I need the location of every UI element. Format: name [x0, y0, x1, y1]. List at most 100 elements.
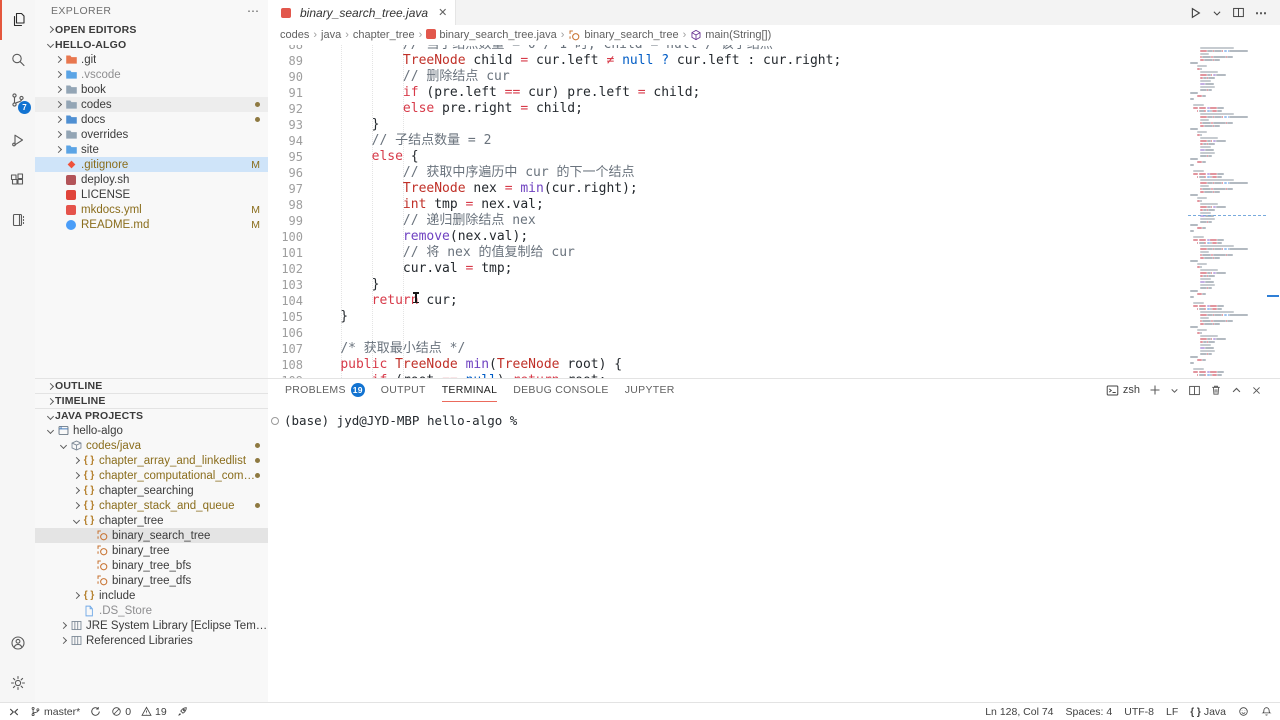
code-line[interactable]: 102 cur.val = tmp; [268, 261, 1188, 277]
breadcrumb-item[interactable]: binary_search_tree.java [426, 29, 556, 42]
status-notifications[interactable] [1261, 706, 1272, 717]
code-line[interactable]: 106 [268, 325, 1188, 341]
status-warnings[interactable]: 19 [141, 706, 167, 718]
activitybar-item-notebook[interactable] [0, 200, 35, 240]
status-eol[interactable]: LF [1166, 706, 1178, 718]
explorer-item-deploy.sh[interactable]: deploy.sh [35, 172, 268, 187]
code-line[interactable]: 91 if (pre.left == cur) pre.left = child… [268, 85, 1188, 101]
java-item-chapter_searching[interactable]: { }chapter_searching [35, 483, 268, 498]
code-line[interactable]: 94 // 子结点数量 = 2 [268, 133, 1188, 149]
explorer-item-codes[interactable]: codes [35, 97, 268, 112]
panel-tab-output[interactable]: OUTPUT [381, 379, 426, 401]
code-line[interactable]: 90 // 删除结点 cur [268, 69, 1188, 85]
java-projects-header[interactable]: JAVA PROJECTS [35, 408, 268, 423]
java-item-binary_tree_dfs[interactable]: binary_tree_dfs [35, 573, 268, 588]
tab-close-icon[interactable]: ✕ [438, 6, 447, 19]
code-line[interactable]: 98 int tmp = nex.val; [268, 197, 1188, 213]
close-icon[interactable] [1251, 385, 1262, 396]
add-icon[interactable] [1149, 384, 1161, 396]
java-item-binary_search_tree[interactable]: binary_search_tree [35, 528, 268, 543]
explorer-item-README.md[interactable]: README.mdM [35, 217, 268, 232]
code-line[interactable]: 96 // 获取中序遍历中 cur 的下一个结点 [268, 165, 1188, 181]
status-language-mode[interactable]: { }Java [1190, 706, 1226, 718]
root-folder-header[interactable]: HELLO-ALGO [35, 37, 268, 52]
explorer-item-.vscode[interactable]: .vscode [35, 67, 268, 82]
explorer-item-.git[interactable]: .git [35, 52, 268, 67]
code-line[interactable]: 88 // 当子结点数量 = 0 / 1 时, child = null / 该… [268, 45, 1188, 53]
java-item-chapter_tree[interactable]: { }chapter_tree [35, 513, 268, 528]
panel-tab-problems[interactable]: PROBLEMS19 [285, 379, 365, 401]
run-dropdown-icon[interactable] [1212, 8, 1222, 18]
status-cursor-position[interactable]: Ln 128, Col 74 [985, 706, 1053, 718]
outline-header[interactable]: OUTLINE [35, 378, 268, 393]
breadcrumb-item[interactable]: java [321, 29, 341, 41]
status-sync[interactable] [90, 706, 101, 717]
explorer-item-site[interactable]: site [35, 142, 268, 157]
java-item-chapter_computational_complexity[interactable]: { }chapter_computational_complexity [35, 468, 268, 483]
breadcrumb-item[interactable]: codes [280, 29, 309, 41]
terminal[interactable]: (base) jyd@JYD-MBP hello-algo % [268, 401, 1280, 428]
activitybar-item-account[interactable] [0, 623, 35, 663]
code-line[interactable]: 93 } [268, 117, 1188, 133]
code-line[interactable]: 92 else pre.right = child; [268, 101, 1188, 117]
split-editor-icon[interactable] [1232, 6, 1245, 19]
tab-binary-search-tree[interactable]: binary_search_tree.java ✕ [268, 0, 456, 25]
code-line[interactable]: 89 TreeNode child = cur.left ≠ null ? cu… [268, 53, 1188, 69]
panel-tab-jupyter[interactable]: JUPYTER [625, 379, 675, 401]
breadcrumb-item[interactable]: binary_search_tree [568, 29, 678, 42]
code-line[interactable]: 101 // 将 nex 的值复制给 cur [268, 245, 1188, 261]
explorer-item-overrides[interactable]: overrides [35, 127, 268, 142]
dropdown-icon[interactable] [1170, 386, 1179, 395]
code-line[interactable]: 103 } [268, 277, 1188, 293]
code-line[interactable]: 107 /* 获取最小结点 */ [268, 341, 1188, 357]
java-item-.DS_Store[interactable]: .DS_Store [35, 603, 268, 618]
code-line[interactable]: 95 else { [268, 149, 1188, 165]
code-line[interactable]: 97 TreeNode nex = min(cur.right); [268, 181, 1188, 197]
status-java-lightweight-mode[interactable] [177, 706, 188, 717]
status-encoding[interactable]: UTF-8 [1124, 706, 1154, 718]
java-item-ReferencedLibraries[interactable]: Referenced Libraries [35, 633, 268, 648]
maximize-icon[interactable] [1231, 385, 1242, 396]
activitybar-item-settings[interactable] [0, 663, 35, 703]
breadcrumb-item[interactable]: chapter_tree [353, 29, 415, 41]
overview-ruler[interactable] [1266, 45, 1280, 378]
java-item-binary_tree_bfs[interactable]: binary_tree_bfs [35, 558, 268, 573]
panel-tab-debug-console[interactable]: DEBUG CONSOLE [513, 379, 609, 401]
explorer-item-.gitignore[interactable]: .gitignoreM [35, 157, 268, 172]
explorer-item-docs[interactable]: docs [35, 112, 268, 127]
timeline-header[interactable]: TIMELINE [35, 393, 268, 408]
explorer-item-mkdocs.yml[interactable]: mkdocs.ymlM [35, 202, 268, 217]
activitybar-item-run-debug[interactable] [0, 120, 35, 160]
java-item-include[interactable]: { }include [35, 588, 268, 603]
java-item-binary_tree[interactable]: binary_tree [35, 543, 268, 558]
java-item-chapter_array_and_linkedlist[interactable]: { }chapter_array_and_linkedlist [35, 453, 268, 468]
code-line[interactable]: 105 } [268, 309, 1188, 325]
status-feedback[interactable] [1238, 706, 1249, 717]
panel-tab-terminal[interactable]: TERMINAL [442, 379, 498, 402]
breadcrumb-item[interactable]: main(String[]) [690, 29, 771, 41]
editor-more-actions-icon[interactable]: ⋯ [1255, 6, 1268, 20]
code-line[interactable]: 99 // 递归删除结点 nex [268, 213, 1188, 229]
run-button[interactable] [1188, 6, 1202, 20]
code-editor[interactable]: 88 // 当子结点数量 = 0 / 1 时, child = null / 该… [268, 45, 1280, 378]
java-item-JRESystemLibraryEclipseTemurin1717...[interactable]: JRE System Library [Eclipse Temurin 17 [… [35, 618, 268, 633]
status-indentation[interactable]: Spaces: 4 [1066, 706, 1113, 718]
more-actions-icon[interactable]: ⋯ [247, 4, 260, 18]
status-git-branch[interactable]: master* [30, 706, 80, 718]
trash-icon[interactable] [1210, 384, 1222, 396]
explorer-item-LICENSE[interactable]: LICENSE [35, 187, 268, 202]
explorer-item-book[interactable]: book [35, 82, 268, 97]
code-line[interactable]: 104 return cur; [268, 293, 1188, 309]
code-line[interactable]: 100 remove(nex.val); [268, 229, 1188, 245]
code-line[interactable]: 108 public TreeNode min(TreeNode root) { [268, 357, 1188, 373]
activitybar-item-source-control[interactable]: 7 [0, 80, 35, 120]
activitybar-item-explorer[interactable] [0, 0, 35, 40]
shell-selector[interactable]: zsh [1106, 384, 1140, 397]
activitybar-item-extensions[interactable] [0, 160, 35, 200]
java-item-hello-algo[interactable]: hello-algo [35, 423, 268, 438]
java-item-chapter_stack_and_queue[interactable]: { }chapter_stack_and_queue [35, 498, 268, 513]
status-remote-indicator[interactable] [8, 706, 20, 718]
open-editors-header[interactable]: OPEN EDITORS [35, 22, 268, 37]
status-errors[interactable]: 0 [111, 706, 131, 718]
java-item-codesjava[interactable]: codes/java [35, 438, 268, 453]
